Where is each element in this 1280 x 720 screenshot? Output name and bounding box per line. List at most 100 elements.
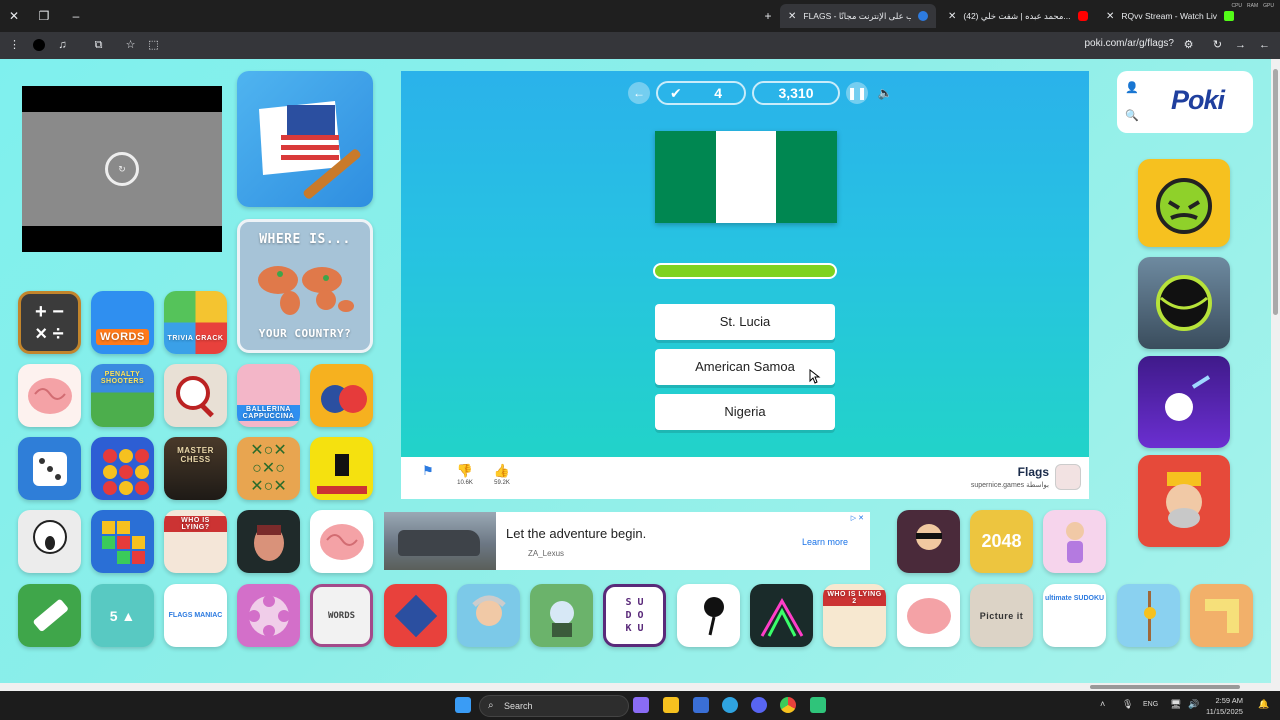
game-tile-ludo[interactable] [18,437,81,500]
site-settings-icon[interactable]: ⚙ [1180,37,1197,54]
game-tile-flags-maniac[interactable]: FLAGS MANIAC [164,584,227,647]
answer-button-2[interactable]: American Samoa [655,349,835,385]
game-tile-scary-face[interactable] [18,510,81,573]
reload-icon[interactable]: ↻ [1209,37,1226,54]
user-icon[interactable]: 👤 [1125,81,1139,94]
game-tile-dress-up[interactable] [1043,510,1106,573]
game-tile-brain-test[interactable] [18,364,81,427]
game-tile-brawl[interactable] [1138,159,1230,247]
chrome-icon[interactable] [780,697,796,713]
tray-chevron-icon[interactable]: ˄ [1100,699,1105,709]
game-tile-snake-block[interactable] [1190,584,1253,647]
game-tile-scary-teacher[interactable] [237,510,300,573]
game-tile-block-blast[interactable] [91,510,154,573]
game-tile-dominoes[interactable] [18,584,81,647]
close-window-icon[interactable]: ✕ [4,6,24,26]
tab-youtube[interactable]: ✕ (42) محمد عبده | شفت خلي... [940,4,1096,28]
game-tile-flag-ball[interactable] [310,364,373,427]
game-tile-runner[interactable] [310,437,373,500]
game-tile-king[interactable] [1138,455,1230,547]
game-tile-where-is-your-country[interactable]: WHERE IS... YOUR COUNTRY? [237,219,373,353]
game-tile-climber[interactable] [1117,584,1180,647]
notification-icon[interactable]: 🔔 [1258,699,1269,710]
profile-icon[interactable] [30,37,47,54]
media-icon[interactable]: ♫ [54,37,71,54]
game-tile-math-cards[interactable]: 5 ▲ [91,584,154,647]
video-ad-player[interactable]: ↻ [22,86,222,252]
game-tile-master-chess[interactable]: MASTER CHESS [164,437,227,500]
game-tile-sudoku[interactable]: S U D O K U [603,584,666,647]
horizontal-scroll-thumb[interactable] [1090,685,1240,689]
game-tile-who-is-lying[interactable]: WHO IS LYING? [164,510,227,573]
game-tile-ball-roll[interactable] [1138,257,1230,349]
vertical-scrollbar[interactable] [1271,59,1280,683]
game-tile-word-wheel[interactable] [237,584,300,647]
horizontal-scrollbar[interactable] [0,683,1280,691]
language-indicator[interactable]: ENG [1143,701,1158,708]
game-tile-trivia-crack[interactable]: TRIVIA CRACK [164,291,227,354]
game-tile-flag-painter[interactable] [237,71,373,207]
edge-icon[interactable] [722,697,738,713]
game-tile-thief[interactable] [897,510,960,573]
pause-button[interactable]: ❚❚ [846,82,868,104]
restore-window-icon[interactable]: ❐ [34,6,54,26]
close-tab-icon[interactable]: ✕ [788,11,796,22]
volume-icon[interactable]: 🔊 [1188,699,1199,710]
game-tile-scientist[interactable] [457,584,520,647]
minimize-window-icon[interactable]: – [66,6,86,26]
answer-button-1[interactable]: St. Lucia [655,304,835,340]
game-tile-flag-battle[interactable] [384,584,447,647]
report-flag-icon[interactable]: ⚑ [413,463,443,479]
game-tile-penalty-shooters[interactable]: PENALTY SHOOTERS [91,364,154,427]
game-tile-2048[interactable]: 2048 [970,510,1033,573]
bookmark-star-icon[interactable]: ☆ [122,37,139,54]
game-tile-tiles-hop[interactable] [1138,356,1230,448]
game-tile-slope[interactable] [750,584,813,647]
game-tile-brain-test-3[interactable] [897,584,960,647]
like-button[interactable]: 👍 59.2K [487,463,517,486]
taskbar-clock[interactable]: 2:59 AM 11/15/2025 [1206,695,1243,717]
ad-choices-icon[interactable]: ▷ ✕ [851,514,864,522]
game-tile-ballerina-cappuccina[interactable]: BALLERINA CAPPUCCINA [237,364,300,427]
extensions-icon[interactable]: ⧉ [90,37,107,54]
ad-banner[interactable]: Let the adventure begin. ZA_Lexus Learn … [384,512,870,570]
search-icon[interactable]: 🔍 [1125,109,1139,122]
screenshot-icon[interactable]: ⬚ [145,37,162,54]
close-tab-icon[interactable]: ✕ [1106,11,1114,22]
ad-learn-more-link[interactable]: Learn more [802,537,848,547]
discord-icon[interactable] [751,697,767,713]
game-tile-picture-it[interactable]: Picture it [970,584,1033,647]
network-icon[interactable]: 🖥 [1170,699,1181,710]
game-tile-tic-tac-toe[interactable]: ✕○✕ ○✕○ ✕○✕ [237,437,300,500]
game-tile-math[interactable]: + − × ÷ [18,291,81,354]
poki-logo[interactable]: Poki [1171,85,1225,116]
answer-button-3[interactable]: Nigeria [655,394,835,430]
microphone-icon[interactable]: 🎙 [1122,699,1133,710]
back-icon[interactable]: ← [1256,37,1273,54]
vertical-scroll-thumb[interactable] [1273,69,1278,315]
game-tile-hangman[interactable] [677,584,740,647]
forward-icon[interactable]: → [1232,37,1249,54]
game-tile-hunter[interactable] [530,584,593,647]
dislike-button[interactable]: 👎 10.6K [450,463,480,486]
back-arrow-button[interactable]: ← [628,82,650,104]
copilot-icon[interactable] [633,697,649,713]
game-tile-words-grid[interactable]: WORDS [310,584,373,647]
game-tile-words[interactable]: WORDS [91,291,154,354]
game-tile-find-waldo[interactable] [164,364,227,427]
app-icon[interactable] [810,697,826,713]
tab-flags[interactable]: ✕ FLAGS - العب على الإنترنت مجانًا [780,4,936,28]
address-bar[interactable]: poki.com/ar/g/flags? [1085,38,1175,49]
menu-icon[interactable]: ⋮ [6,37,23,54]
game-frame[interactable]: ← ✔ 4 3,310 ❚❚ 🔈 St. Lucia American Samo… [401,71,1089,457]
store-icon[interactable] [693,697,709,713]
game-tile-brain-test-2[interactable] [310,510,373,573]
tab-kick[interactable]: ✕ RQvv Stream - Watch Live on [1098,4,1242,28]
game-tile-who-is-lying-2[interactable]: WHO IS LYING 2 [823,584,886,647]
file-explorer-icon[interactable] [663,697,679,713]
new-tab-button[interactable]: + [758,6,778,26]
game-tile-connect-four[interactable] [91,437,154,500]
taskbar-search[interactable]: ⌕ Search [479,695,629,717]
close-tab-icon[interactable]: ✕ [948,11,956,22]
game-tile-ultimate-sudoku[interactable]: ultimate SUDOKU [1043,584,1106,647]
